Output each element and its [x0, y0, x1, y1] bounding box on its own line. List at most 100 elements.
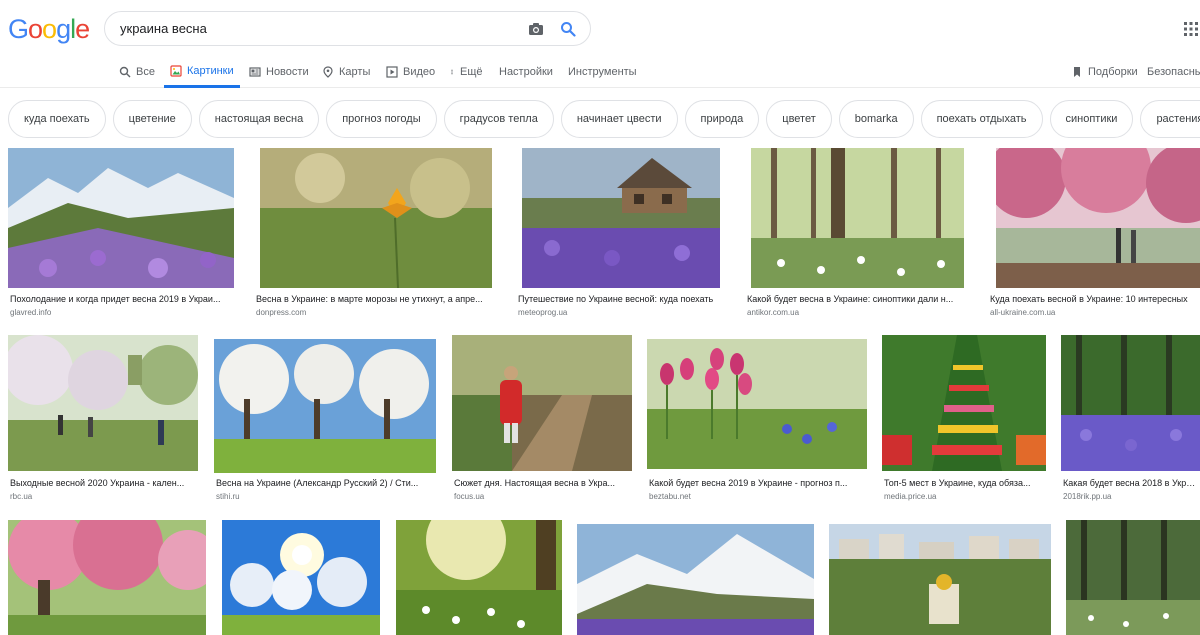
chip[interactable]: bomarka — [838, 100, 914, 138]
image-result[interactable]: Весна на Украине (Александр Русский 2) /… — [214, 335, 436, 505]
tab-label: Картинки — [187, 64, 234, 77]
google-logo[interactable]: Google — [8, 14, 90, 45]
result-caption[interactable]: Топ-5 мест в Украине, куда обяза... — [884, 478, 1046, 488]
tab-more[interactable]: Ещё — [449, 56, 483, 88]
tab-label: Безопасны — [1147, 66, 1200, 78]
image-result[interactable]: Какой будет весна 2019 в Украине - прогн… — [647, 335, 867, 505]
result-source[interactable]: rbc.ua — [10, 492, 32, 501]
chip[interactable]: куда поехать — [8, 100, 106, 138]
image-result[interactable]: Путешествие по Украине весной: куда поех… — [516, 148, 728, 320]
chip[interactable]: цветет — [766, 100, 832, 138]
play-icon — [386, 66, 398, 78]
result-caption[interactable]: Куда поехать весной в Украине: 10 интере… — [990, 294, 1200, 304]
image-result[interactable]: Какая будет весна 2018 в Украи... 2018ri… — [1061, 335, 1200, 505]
related-chips: куда поехать цветение настоящая весна пр… — [8, 100, 1200, 138]
chip[interactable]: поехать отдыхать — [920, 100, 1043, 138]
image-icon — [170, 64, 182, 77]
saved-collections-link[interactable]: Подборки — [1071, 56, 1138, 88]
chip[interactable]: природа — [684, 100, 760, 138]
result-source[interactable]: all-ukraine.com.ua — [990, 308, 1055, 317]
result-caption[interactable]: Какая будет весна 2018 в Украи... — [1063, 478, 1200, 488]
result-source[interactable]: antikor.com.ua — [747, 308, 799, 317]
chip[interactable]: градусов тепла — [443, 100, 554, 138]
image-result[interactable] — [222, 520, 380, 635]
tab-label: Подборки — [1088, 66, 1138, 78]
tab-label: Инструменты — [568, 66, 637, 78]
image-result[interactable] — [829, 520, 1051, 635]
map-pin-icon — [323, 66, 333, 78]
result-thumbnail[interactable] — [522, 148, 720, 288]
image-result[interactable]: Топ-5 мест в Украине, куда обяза... medi… — [882, 335, 1046, 505]
search-input[interactable]: украина весна — [120, 21, 520, 36]
result-thumbnail[interactable] — [222, 520, 380, 635]
image-result[interactable] — [1066, 520, 1200, 635]
tab-tools[interactable]: Инструменты — [568, 56, 637, 88]
result-thumbnail[interactable] — [260, 148, 492, 288]
result-caption[interactable]: Весна на Украине (Александр Русский 2) /… — [216, 478, 436, 488]
result-thumbnail[interactable] — [8, 148, 234, 288]
result-caption[interactable]: Весна в Украине: в марте морозы не утихн… — [256, 294, 498, 304]
result-caption[interactable]: Сюжет дня. Настоящая весна в Укра... — [454, 478, 632, 488]
result-source[interactable]: glavred.info — [10, 308, 51, 317]
tab-label: Ещё — [460, 66, 483, 78]
tab-settings[interactable]: Настройки — [499, 56, 553, 88]
result-thumbnail[interactable] — [577, 524, 814, 635]
chip[interactable]: синоптики — [1049, 100, 1134, 138]
image-result[interactable]: Куда поехать весной в Украине: 10 интере… — [988, 148, 1200, 320]
search-box[interactable]: украина весна — [104, 11, 591, 46]
result-source[interactable]: meteoprog.ua — [518, 308, 567, 317]
image-result[interactable] — [577, 520, 814, 635]
result-caption[interactable]: Выходные весной 2020 Украина - кален... — [10, 478, 198, 488]
camera-icon[interactable] — [520, 13, 552, 45]
result-source[interactable]: focus.ua — [454, 492, 484, 501]
result-source[interactable]: donpress.com — [256, 308, 306, 317]
image-result[interactable]: Весна в Украине: в марте морозы не утихн… — [254, 148, 498, 320]
bookmark-icon — [1074, 67, 1080, 77]
tab-news[interactable]: Новости — [249, 56, 309, 88]
result-thumbnail[interactable] — [1061, 335, 1200, 471]
result-thumbnail[interactable] — [8, 335, 198, 471]
result-thumbnail[interactable] — [1066, 520, 1200, 635]
tab-label: Все — [136, 66, 155, 78]
tab-video[interactable]: Видео — [386, 56, 435, 88]
result-thumbnail[interactable] — [452, 335, 632, 471]
result-thumbnail[interactable] — [8, 520, 206, 635]
chip[interactable]: настоящая весна — [198, 100, 320, 138]
result-caption[interactable]: Похолодание и когда придет весна 2019 в … — [10, 294, 234, 304]
tab-maps[interactable]: Карты — [322, 56, 370, 88]
tab-images[interactable]: Картинки — [164, 56, 240, 88]
chip[interactable]: растения — [1140, 100, 1200, 138]
tab-label: Настройки — [499, 66, 553, 78]
image-result[interactable] — [396, 520, 562, 635]
apps-grid-icon[interactable] — [1182, 20, 1200, 38]
image-result[interactable]: Какой будет весна в Украине: синоптики д… — [745, 148, 970, 320]
chip[interactable]: начинает цвести — [560, 100, 678, 138]
chip[interactable]: цветение — [112, 100, 192, 138]
search-tabs: Все Картинки Новости Карты Видео Ещё Нас… — [0, 56, 1200, 88]
result-thumbnail[interactable] — [214, 339, 436, 473]
result-caption[interactable]: Какой будет весна 2019 в Украине - прогн… — [649, 478, 867, 488]
result-caption[interactable]: Какой будет весна в Украине: синоптики д… — [747, 294, 970, 304]
result-source[interactable]: stihi.ru — [216, 492, 240, 501]
result-thumbnail[interactable] — [751, 148, 964, 288]
result-source[interactable]: 2018rik.pp.ua — [1063, 492, 1111, 501]
safesearch-link[interactable]: Безопасны — [1147, 56, 1200, 88]
result-caption[interactable]: Путешествие по Украине весной: куда поех… — [518, 294, 728, 304]
tab-label: Видео — [403, 66, 436, 78]
result-thumbnail[interactable] — [829, 524, 1051, 635]
result-thumbnail[interactable] — [996, 148, 1200, 288]
result-thumbnail[interactable] — [647, 339, 867, 469]
result-thumbnail[interactable] — [882, 335, 1046, 471]
tab-all[interactable]: Все — [119, 56, 155, 88]
image-result[interactable]: Похолодание и когда придет весна 2019 в … — [8, 148, 234, 320]
search-icon — [119, 66, 131, 78]
search-icon[interactable] — [552, 13, 584, 45]
result-thumbnail[interactable] — [396, 520, 562, 635]
image-result[interactable]: Выходные весной 2020 Украина - кален... … — [8, 335, 198, 505]
result-source[interactable]: beztabu.net — [649, 492, 691, 501]
result-source[interactable]: media.price.ua — [884, 492, 936, 501]
chip[interactable]: прогноз погоды — [326, 100, 437, 138]
image-result[interactable] — [8, 520, 206, 635]
tab-label: Новости — [266, 66, 309, 78]
image-result[interactable]: Сюжет дня. Настоящая весна в Укра... foc… — [452, 335, 632, 505]
